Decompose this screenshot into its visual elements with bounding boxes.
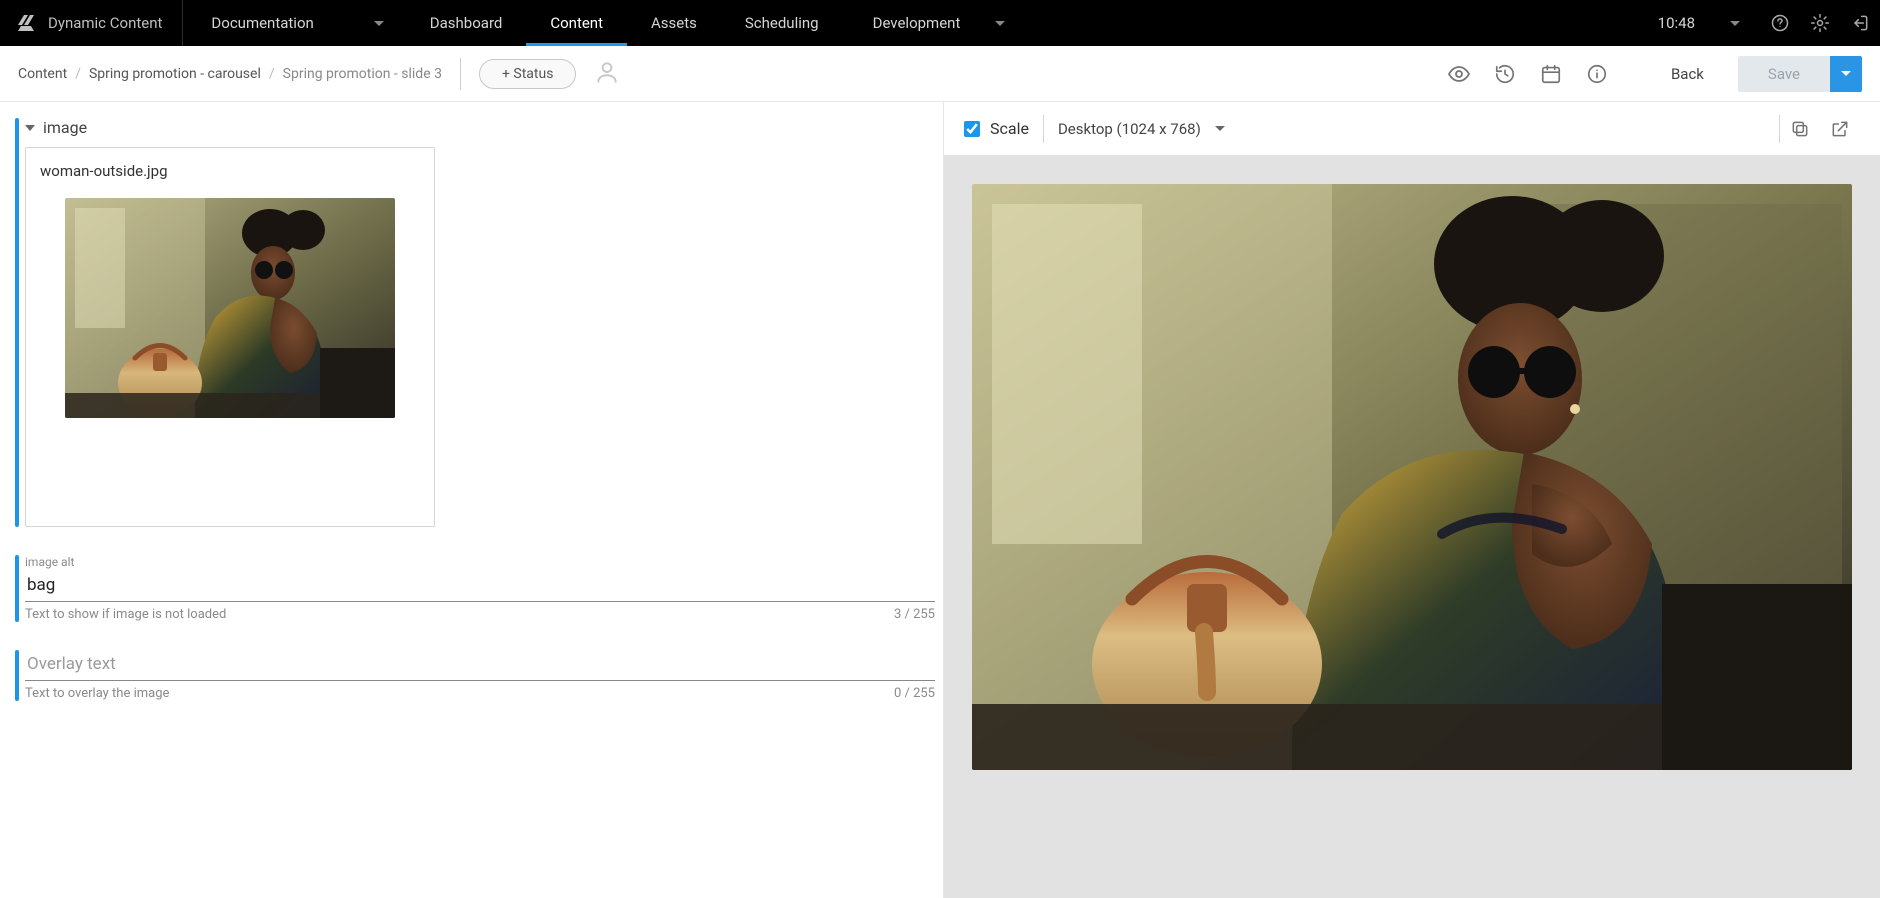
image-alt-input[interactable] [25, 571, 935, 602]
open-external-button[interactable] [1820, 109, 1860, 149]
brand: Dynamic Content [0, 0, 182, 46]
app-name: Dynamic Content [48, 14, 162, 32]
image-card-padding [40, 418, 420, 508]
image-alt-helper: Text to show if image is not loaded [25, 607, 226, 622]
help-button[interactable] [1760, 0, 1800, 46]
overlay-text-field: Text to overlay the image 0 / 255 [15, 650, 939, 701]
copy-icon [1790, 119, 1810, 139]
form-panel: image woman-outside.jpg [0, 102, 943, 898]
image-section-header[interactable]: image [25, 118, 939, 137]
breadcrumb-separator: / [269, 66, 275, 82]
text-field [25, 650, 939, 681]
main-nav: Dashboard Content Assets Scheduling [406, 0, 843, 46]
preview-panel: Scale Desktop (1024 x 768) [943, 102, 1880, 898]
device-dropdown[interactable]: Desktop (1024 x 768) [1058, 120, 1225, 138]
help-icon [1770, 13, 1790, 33]
text-field: image alt [25, 555, 939, 602]
chevron-down-icon [374, 21, 384, 26]
image-section: image woman-outside.jpg [15, 118, 939, 527]
scale-checkbox[interactable] [964, 121, 980, 137]
overlay-text-meta: Text to overlay the image 0 / 255 [25, 686, 939, 701]
image-alt-label: image alt [25, 555, 939, 569]
eye-icon [1447, 62, 1471, 86]
nav-scheduling[interactable]: Scheduling [721, 0, 843, 46]
topnav-right: 10:48 [1638, 0, 1880, 46]
chevron-down-icon [995, 21, 1005, 26]
sub-bar: Content / Spring promotion - carousel / … [0, 46, 1880, 102]
image-card[interactable]: woman-outside.jpg [25, 147, 435, 527]
clock-dropdown[interactable]: 10:48 [1638, 14, 1760, 32]
overlay-text-helper: Text to overlay the image [25, 686, 169, 701]
chevron-down-icon [1730, 21, 1740, 26]
image-filename: woman-outside.jpg [40, 162, 420, 180]
rendered-preview-image [972, 184, 1852, 770]
divider [460, 58, 461, 90]
external-link-icon [1830, 119, 1850, 139]
chevron-down-icon [25, 125, 35, 131]
preview-toolbar-right [1779, 109, 1860, 149]
chevron-down-icon [1215, 126, 1225, 131]
logout-icon [1850, 13, 1870, 33]
image-alt-meta: Text to show if image is not loaded 3 / … [25, 607, 939, 622]
history-icon [1494, 63, 1516, 85]
overlay-text-input[interactable] [25, 650, 935, 681]
breadcrumb-root[interactable]: Content [18, 66, 67, 82]
logout-button[interactable] [1840, 0, 1880, 46]
image-section-title: image [43, 118, 87, 137]
save-button-group: Save [1738, 56, 1862, 92]
info-button[interactable] [1577, 54, 1617, 94]
schedule-button[interactable] [1531, 54, 1571, 94]
preview-toolbar: Scale Desktop (1024 x 768) [944, 102, 1880, 156]
history-button[interactable] [1485, 54, 1525, 94]
info-icon [1586, 63, 1608, 85]
environment-label: Development [873, 14, 961, 32]
add-status-button[interactable]: + Status [479, 59, 576, 89]
device-label: Desktop (1024 x 768) [1058, 120, 1201, 138]
nav-content[interactable]: Content [526, 0, 627, 46]
scale-checkbox-label[interactable]: Scale [964, 119, 1029, 138]
subbar-right: Back Save [1439, 54, 1862, 94]
save-button[interactable]: Save [1738, 56, 1830, 92]
divider [1043, 115, 1044, 143]
back-button[interactable]: Back [1653, 57, 1722, 91]
save-dropdown-button[interactable] [1830, 56, 1862, 92]
breadcrumb-folder[interactable]: Spring promotion - carousel [89, 66, 261, 82]
copy-preview-button[interactable] [1780, 109, 1820, 149]
overlay-text-counter: 0 / 255 [894, 686, 935, 701]
image-alt-counter: 3 / 255 [894, 607, 935, 622]
nav-assets[interactable]: Assets [627, 0, 721, 46]
nav-dashboard[interactable]: Dashboard [406, 0, 527, 46]
image-alt-field: image alt Text to show if image is not l… [15, 555, 939, 622]
preview-canvas[interactable] [944, 156, 1880, 898]
top-nav: Dynamic Content Documentation Dashboard … [0, 0, 1880, 46]
gear-icon [1810, 13, 1830, 33]
settings-button[interactable] [1800, 0, 1840, 46]
breadcrumb-current: Spring promotion - slide 3 [283, 66, 442, 82]
user-avatar-icon[interactable] [594, 59, 620, 89]
preview-eye-button[interactable] [1439, 54, 1479, 94]
clock-time: 10:48 [1658, 14, 1695, 32]
breadcrumb-separator: / [75, 66, 81, 82]
scale-label: Scale [990, 119, 1029, 138]
documentation-label: Documentation [211, 14, 313, 32]
documentation-dropdown[interactable]: Documentation [183, 0, 405, 46]
body: image woman-outside.jpg [0, 102, 1880, 898]
calendar-icon [1540, 63, 1562, 85]
chevron-down-icon [1841, 71, 1851, 76]
image-thumbnail [65, 198, 395, 418]
breadcrumb: Content / Spring promotion - carousel / … [18, 66, 442, 82]
brand-logo-icon [14, 11, 38, 35]
environment-dropdown[interactable]: Development [843, 0, 1028, 46]
